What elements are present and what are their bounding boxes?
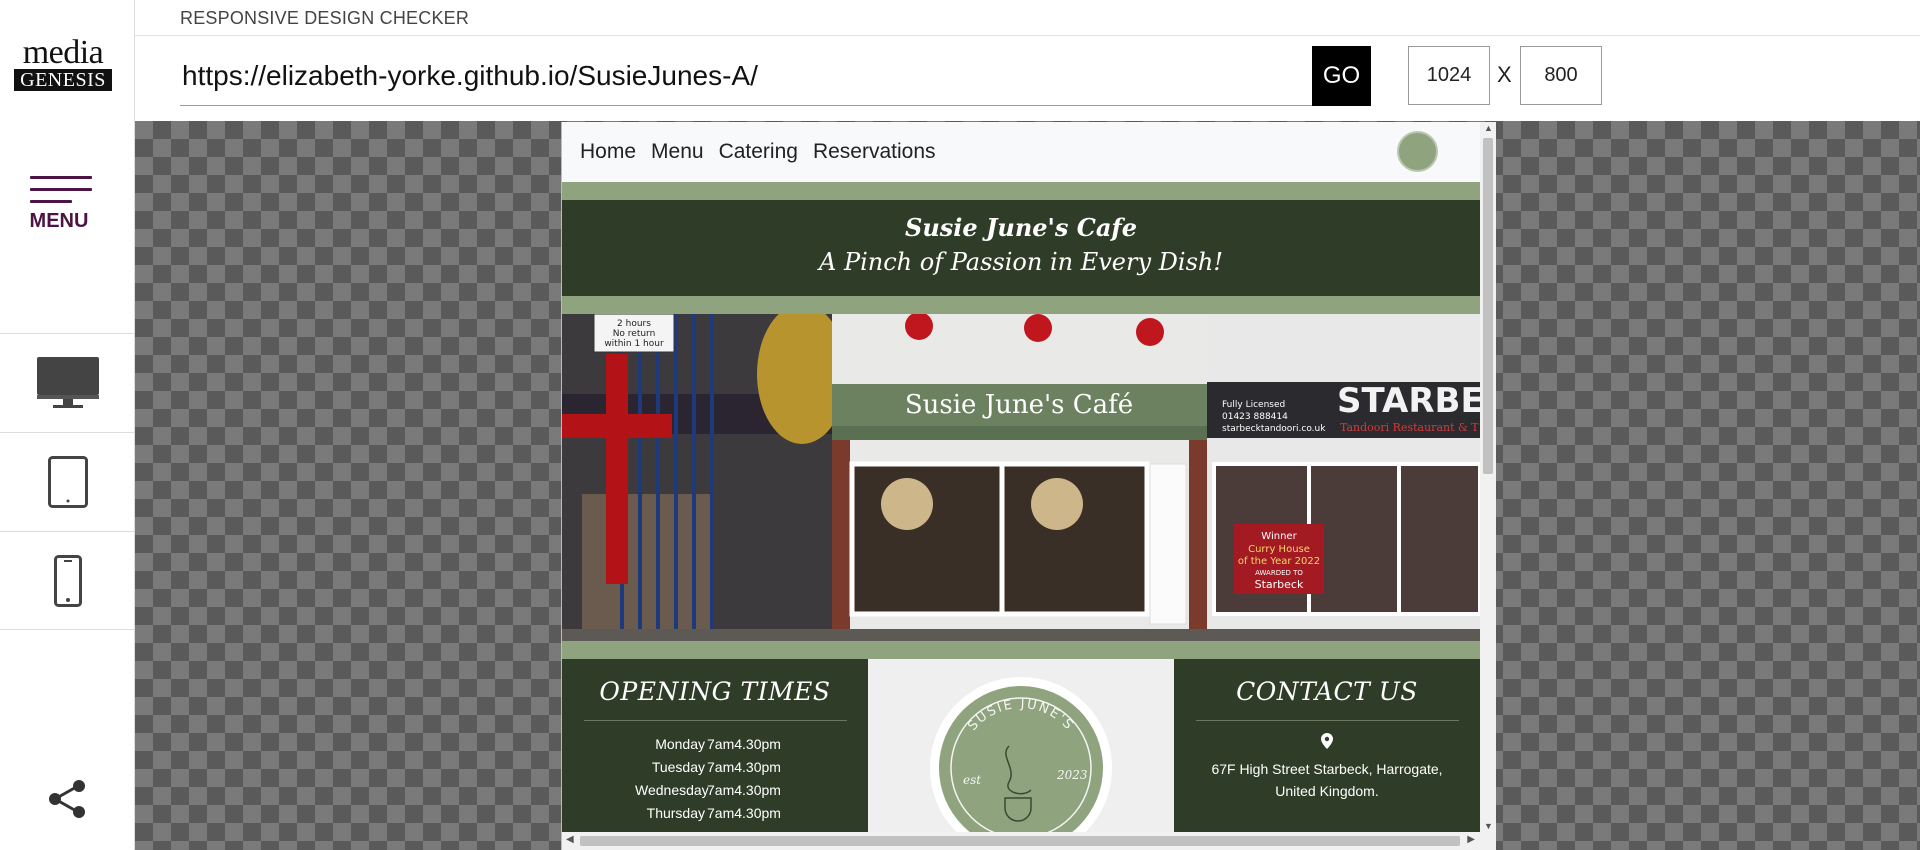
nav-link-catering[interactable]: Catering [719,140,798,164]
badge-art: SUSIE JUNE'S est 2023 [950,697,1092,832]
award-text-1: Winner [1261,531,1297,542]
hours-day: Monday [655,736,705,752]
parking-sign-text-2: No return [613,329,656,339]
neighbor-web-text: starbecktandoori.co.uk [1222,424,1326,434]
hours-time: 7am4.30pm [707,759,781,775]
hours-row: Monday 7am4.30pm [562,733,868,756]
badge-year-text: 2023 [1056,768,1088,782]
hours-row: Tuesday 7am4.30pm [562,756,868,779]
divider [135,35,1920,36]
badge-inner: SUSIE JUNE'S est 2023 [939,686,1103,832]
logo-text-bottom: GENESIS [14,69,112,91]
storefront-illustration: 2 hours No return within 1 hour Susie Ju… [562,314,1480,641]
nav-link-home[interactable]: Home [580,140,636,164]
contact-title: CONTACT US [1236,677,1418,706]
scroll-right-icon[interactable]: ▶ [1467,834,1475,845]
award-text-3: of the Year 2022 [1238,556,1320,567]
scroll-left-icon[interactable]: ◀ [566,834,574,845]
site-tagline: A Pinch of Passion in Every Dish! [819,248,1223,276]
vertical-scrollbar[interactable]: ▲ ▼ [1480,122,1496,832]
width-input[interactable] [1408,46,1490,105]
go-button[interactable]: GO [1312,46,1371,106]
sidebar: media GENESIS MENU [0,0,135,850]
scroll-down-icon[interactable]: ▼ [1484,821,1493,831]
share-icon [49,780,85,818]
parking-sign-text-3: within 1 hour [604,339,664,349]
hours-row: Thursday 7am4.30pm [562,802,868,825]
nav-link-menu[interactable]: Menu [651,140,704,164]
site-logo-icon[interactable] [1397,131,1438,172]
info-columns: OPENING TIMES Monday 7am4.30pm Tuesday 7am… [562,659,1480,832]
vertical-scroll-thumb[interactable] [1483,138,1493,474]
divider [1195,720,1459,721]
hours-row: Wednesday7am4.30pm [562,779,868,802]
sage-strip [562,182,1480,200]
hours-time: 7am4.30pm [707,805,781,821]
media-genesis-logo[interactable]: media GENESIS [14,36,112,91]
cafe-sign-text: Susie June's Café [905,390,1133,420]
site-navbar: Home Menu Catering Reservations [562,122,1480,182]
tablet-view-button[interactable] [0,432,135,531]
height-input[interactable] [1520,46,1602,105]
neighbor-sub-text: Tandoori Restaurant & T [1340,421,1479,434]
desktop-icon [36,357,99,408]
contact-panel: CONTACT US 67F High Street Starbeck, Har… [1174,659,1480,832]
hours-day: Tuesday [651,759,705,775]
preview-frame[interactable]: Home Menu Catering Reservations Susie Ju… [561,122,1496,850]
award-text-2: Curry House [1248,544,1310,555]
phone-view-button[interactable] [0,531,135,630]
sage-strip [562,641,1480,659]
menu-label: MENU [29,210,89,232]
parking-sign-text-1: 2 hours [617,319,651,329]
award-text-4: AWARDED TO [1255,569,1303,577]
site-header: Susie June's Cafe A Pinch of Passion in … [562,200,1480,296]
menu-button[interactable]: MENU [24,176,94,233]
desktop-view-button[interactable] [0,333,135,432]
site-title: Susie June's Cafe [904,213,1138,242]
svg-text:SUSIE JUNE'S: SUSIE JUNE'S [965,697,1077,734]
neighbor-licence-text: Fully Licensed [1222,400,1285,410]
award-text-5: Starbeck [1255,578,1304,591]
badge-ring-text: SUSIE JUNE'S [965,697,1075,734]
logo-panel: SUSIE JUNE'S est 2023 [868,659,1174,832]
badge-est-text: est [963,773,981,787]
hours-day: Thursday [646,805,705,821]
app-title: RESPONSIVE DESIGN CHECKER [180,8,470,28]
nav-link-reservations[interactable]: Reservations [813,140,936,164]
location-pin-icon [1174,733,1480,754]
divider [583,720,847,721]
sage-strip [562,296,1480,314]
hours-time: 7am4.30pm [707,736,781,752]
tablet-icon [47,456,88,508]
opening-times-panel: OPENING TIMES Monday 7am4.30pm Tuesday 7am… [562,659,868,832]
scroll-up-icon[interactable]: ▲ [1484,123,1493,133]
hamburger-icon [24,176,94,203]
horizontal-scrollbar[interactable]: ◀ ▶ [562,832,1496,850]
share-button[interactable] [46,778,88,825]
cafe-badge-logo: SUSIE JUNE'S est 2023 [930,677,1112,832]
hours-day: Wednesday [635,782,709,798]
hours-list: Monday 7am4.30pm Tuesday 7am4.30pm Wednesd… [562,733,868,825]
url-input[interactable] [180,46,1312,106]
opening-times-title: OPENING TIMES [599,677,831,706]
site-preview: Home Menu Catering Reservations Susie Ju… [562,122,1480,832]
horizontal-scroll-thumb[interactable] [580,836,1460,846]
neighbor-sign-text: STARBE [1337,381,1480,421]
cafe-storefront-photo: 2 hours No return within 1 hour Susie Ju… [562,314,1480,641]
contact-address: 67F High Street Starbeck, Harrogate, Uni… [1211,761,1443,799]
dimension-separator: X [1497,62,1512,87]
neighbor-phone-text: 01423 888414 [1222,412,1288,422]
phone-icon [53,554,82,607]
logo-text-top: media [22,34,104,71]
hours-time: 7am4.30pm [707,782,781,798]
